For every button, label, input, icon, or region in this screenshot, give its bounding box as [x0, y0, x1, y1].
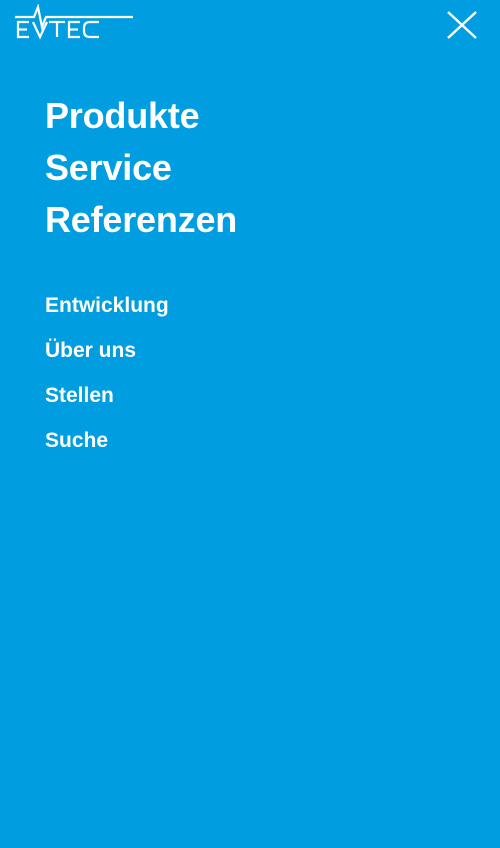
header — [0, 0, 500, 50]
close-menu-button[interactable] — [444, 8, 480, 42]
primary-navigation: Produkte Service Referenzen — [45, 90, 237, 246]
close-icon — [447, 11, 477, 39]
secondary-navigation: Entwicklung Über uns Stellen Suche — [45, 283, 169, 463]
nav-item-produkte[interactable]: Produkte — [45, 90, 237, 142]
nav-item-referenzen[interactable]: Referenzen — [45, 194, 237, 246]
nav-item-service[interactable]: Service — [45, 142, 237, 194]
evtec-logo[interactable] — [15, 4, 135, 42]
nav-item-ueber-uns[interactable]: Über uns — [45, 328, 169, 373]
nav-item-entwicklung[interactable]: Entwicklung — [45, 283, 169, 328]
nav-item-stellen[interactable]: Stellen — [45, 373, 169, 418]
nav-item-suche[interactable]: Suche — [45, 418, 169, 463]
